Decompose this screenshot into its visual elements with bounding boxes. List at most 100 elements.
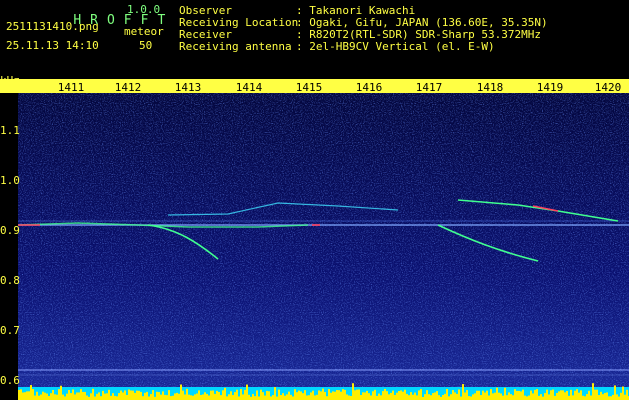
noise-bar <box>44 392 46 400</box>
noise-bar <box>604 392 606 400</box>
noise-bar <box>222 390 224 400</box>
noise-bar <box>606 392 608 400</box>
noise-bar <box>584 396 586 400</box>
x-tick-label: 1412 <box>114 81 142 94</box>
noise-bar <box>226 396 228 400</box>
noise-bar <box>396 392 398 400</box>
meteor-label: meteor <box>124 25 164 38</box>
y-tick-label: 0.8 <box>0 274 20 287</box>
noise-bar <box>592 383 594 400</box>
noise-bar <box>626 389 628 400</box>
noise-bar <box>522 389 524 400</box>
noise-bar <box>36 391 38 400</box>
noise-bar <box>248 394 250 400</box>
noise-bar <box>394 395 396 400</box>
noise-bar <box>502 395 504 400</box>
noise-bar <box>34 395 36 400</box>
noise-bar <box>198 390 200 400</box>
noise-bar <box>400 390 402 400</box>
noise-bar <box>600 391 602 400</box>
noise-bar <box>382 391 384 400</box>
noise-bar <box>484 392 486 400</box>
x-tick-label: 1414 <box>235 81 263 94</box>
noise-bar <box>28 391 30 400</box>
noise-bar <box>512 395 514 400</box>
noise-bar <box>236 389 238 400</box>
noise-bar <box>310 392 312 400</box>
noise-bar <box>60 385 62 400</box>
noise-bar <box>414 392 416 400</box>
noise-bar <box>520 391 522 400</box>
noise-bar <box>434 392 436 400</box>
noise-bar <box>126 394 128 400</box>
noise-bar <box>370 395 372 400</box>
noise-bar <box>344 389 346 400</box>
noise-bar <box>228 394 230 400</box>
noise-bar <box>446 389 448 400</box>
noise-bar <box>438 395 440 400</box>
noise-bar <box>350 395 352 400</box>
noise-bar <box>266 390 268 400</box>
noise-bar <box>282 393 284 400</box>
noise-bar <box>80 389 82 400</box>
noise-bar <box>202 394 204 400</box>
noise-bar <box>560 390 562 400</box>
noise-bar <box>104 393 106 400</box>
noise-bar <box>478 390 480 400</box>
noise-bar <box>290 394 292 400</box>
y-tick-label: 1.1 <box>0 124 20 137</box>
noise-bar <box>524 395 526 400</box>
noise-bar <box>380 395 382 400</box>
noise-bar <box>244 389 246 400</box>
noise-bar <box>330 392 332 400</box>
noise-bar <box>598 395 600 400</box>
noise-bar <box>552 389 554 400</box>
title-letter: O <box>106 13 124 28</box>
noise-bar <box>230 391 232 400</box>
noise-bar <box>336 390 338 400</box>
noise-bar <box>550 390 552 400</box>
noise-bar <box>364 392 366 400</box>
noise-bar <box>270 396 272 400</box>
noise-bar <box>314 395 316 400</box>
noise-bar <box>54 394 56 400</box>
x-tick-label: 1417 <box>415 81 443 94</box>
noise-bar <box>508 392 510 400</box>
noise-bar <box>280 395 282 400</box>
noise-bar <box>454 392 456 400</box>
noise-bar <box>562 390 564 400</box>
noise-bar <box>444 393 446 400</box>
noise-bar <box>142 396 144 400</box>
noise-bar <box>70 393 72 400</box>
noise-bar <box>506 395 508 400</box>
noise-bar <box>410 392 412 400</box>
x-tick-label: 1415 <box>295 81 323 94</box>
noise-bar <box>432 393 434 400</box>
noise-bar <box>468 396 470 400</box>
noise-bar <box>118 393 120 400</box>
noise-bar <box>130 390 132 400</box>
noise-bar <box>572 395 574 400</box>
noise-bar <box>366 390 368 400</box>
noise-bar <box>348 395 350 400</box>
noise-bar <box>286 394 288 400</box>
noise-bar <box>156 391 158 400</box>
noise-bar <box>214 393 216 400</box>
noise-bar <box>334 391 336 400</box>
noise-bar <box>56 394 58 400</box>
noise-bar <box>540 394 542 400</box>
noise-bar <box>306 395 308 400</box>
noise-bar <box>518 390 520 400</box>
noise-bar <box>448 396 450 400</box>
noise-bar <box>172 395 174 400</box>
info-key-antenna: Receiving antenna <box>179 40 292 53</box>
x-tick-label: 1413 <box>174 81 202 94</box>
noise-bar <box>360 395 362 400</box>
noise-bar <box>284 395 286 400</box>
noise-bar <box>554 395 556 400</box>
noise-bar <box>474 393 476 400</box>
noise-bar <box>208 395 210 400</box>
noise-bar <box>514 389 516 400</box>
noise-bar <box>462 384 464 400</box>
noise-bar <box>494 392 496 400</box>
